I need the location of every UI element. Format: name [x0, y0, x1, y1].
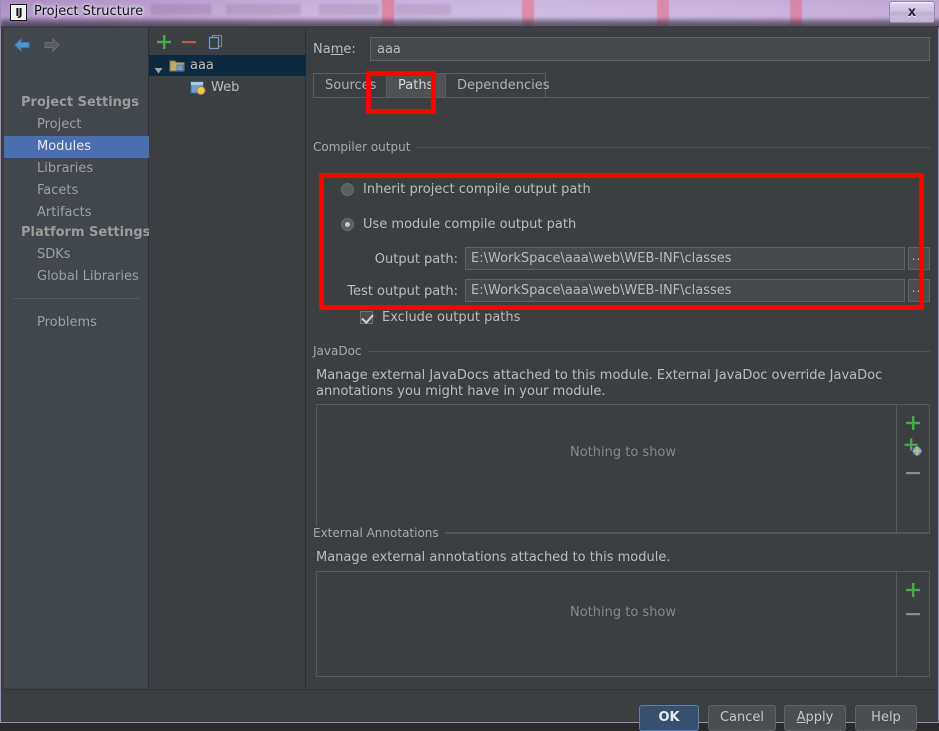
window-title: Project Structure — [34, 4, 144, 19]
checkbox-label: Exclude output paths — [382, 310, 521, 325]
module-settings-content: Name: Sources Paths Dependencies Compile… — [307, 28, 936, 688]
tree-row-facet-web[interactable]: Web — [149, 77, 306, 98]
sidebar-item-modules[interactable]: Modules — [4, 136, 149, 158]
intellij-app-icon: IJ — [10, 4, 27, 21]
sidebar-group-project-settings: Project Settings — [21, 95, 139, 110]
settings-sidebar: Project Settings Project Modules Librari… — [4, 28, 151, 688]
external-annotations-list-toolbar — [896, 572, 929, 676]
cancel-button[interactable]: Cancel — [708, 705, 776, 731]
radio-label: Inherit project compile output path — [363, 182, 591, 197]
module-tree-panel: aaa Web — [149, 28, 306, 688]
plus-icon[interactable] — [903, 580, 923, 600]
minus-icon[interactable] — [903, 463, 923, 483]
navigation-arrows — [10, 32, 80, 58]
checkbox-indicator — [360, 311, 373, 324]
plus-icon[interactable] — [903, 413, 923, 433]
minus-icon[interactable] — [903, 604, 923, 624]
external-annotations-empty-text: Nothing to show — [569, 605, 677, 620]
arrow-right-icon[interactable] — [40, 36, 62, 54]
tabs-underline — [313, 97, 930, 98]
web-facet-icon — [190, 80, 206, 95]
sidebar-item-libraries[interactable]: Libraries — [4, 158, 149, 180]
javadoc-list-toolbar — [896, 405, 929, 532]
external-annotations-group-title: External Annotations — [313, 526, 445, 540]
sidebar-item-global-libraries[interactable]: Global Libraries — [4, 266, 149, 288]
javadoc-empty-text: Nothing to show — [569, 445, 677, 460]
tree-row-label: aaa — [190, 58, 214, 73]
javadoc-description: Manage external JavaDocs attached to thi… — [316, 368, 883, 399]
ok-button[interactable]: OK — [639, 705, 699, 731]
name-mnemonic: m — [330, 42, 344, 57]
external-annotations-list-box[interactable]: Nothing to show — [316, 571, 930, 677]
sidebar-item-artifacts[interactable]: Artifacts — [4, 202, 149, 224]
dialog-body: Project Settings Project Modules Librari… — [2, 27, 938, 731]
compiler-output-group: Compiler output Inherit project compile … — [313, 140, 930, 340]
output-path-label: Output path: — [374, 252, 458, 267]
help-button[interactable]: Help — [855, 705, 917, 731]
module-settings-tabs: Sources Paths Dependencies — [313, 73, 930, 97]
sidebar-item-problems[interactable]: Problems — [4, 312, 149, 334]
output-path-browse-button[interactable]: ... — [908, 247, 930, 270]
dialog-button-bar: OK Cancel Apply Help — [2, 689, 938, 731]
module-name-label: Name: — [313, 42, 356, 57]
triangle-down-icon[interactable] — [154, 61, 163, 74]
radio-indicator — [341, 218, 354, 231]
javadoc-list-box[interactable]: Nothing to show — [316, 404, 930, 533]
sidebar-group-platform-settings: Platform Settings — [21, 225, 151, 240]
group-divider — [438, 533, 930, 534]
apply-button[interactable]: Apply — [784, 705, 846, 731]
tab-paths[interactable]: Paths — [386, 73, 446, 97]
javadoc-group: JavaDoc Manage external JavaDocs attache… — [313, 344, 930, 533]
tree-row-module-aaa[interactable]: aaa — [149, 55, 306, 76]
external-annotations-description: Manage external annotations attached to … — [316, 550, 671, 565]
sidebar-item-facets[interactable]: Facets — [4, 180, 149, 202]
arrow-left-icon[interactable] — [12, 36, 34, 54]
sidebar-item-project[interactable]: Project — [4, 114, 149, 136]
compiler-output-group-title: Compiler output — [313, 140, 417, 154]
copy-icon[interactable] — [206, 32, 226, 52]
radio-label: Use module compile output path — [363, 217, 577, 232]
title-bar-background-ghost — [151, 4, 481, 15]
module-name-row: Name: — [313, 37, 930, 63]
title-bar: IJ Project Structure x — [1, 0, 939, 28]
javadoc-group-title: JavaDoc — [313, 344, 368, 358]
module-folder-icon — [169, 58, 185, 73]
test-output-path-browse-button[interactable]: ... — [908, 279, 930, 302]
minus-icon[interactable] — [179, 32, 199, 52]
plus-icon[interactable] — [154, 32, 174, 52]
tree-row-label: Web — [211, 80, 240, 95]
sidebar-divider — [14, 298, 139, 299]
module-tree-toolbar — [149, 28, 306, 55]
group-divider — [368, 351, 930, 352]
output-path-input[interactable] — [465, 247, 905, 270]
module-name-input[interactable] — [370, 37, 930, 61]
plus-globe-icon[interactable] — [903, 437, 923, 457]
tab-dependencies[interactable]: Dependencies — [445, 73, 550, 97]
test-output-path-label: Test output path: — [347, 284, 458, 299]
group-divider — [403, 147, 930, 148]
tab-sources[interactable]: Sources — [313, 73, 387, 97]
sidebar-item-sdks[interactable]: SDKs — [4, 244, 149, 266]
external-annotations-group: External Annotations Manage external ann… — [313, 526, 930, 686]
project-structure-dialog: IJ Project Structure x Project Settings — [0, 0, 939, 731]
radio-indicator — [341, 183, 354, 196]
test-output-path-input[interactable] — [465, 279, 905, 302]
close-icon[interactable]: x — [889, 1, 935, 23]
